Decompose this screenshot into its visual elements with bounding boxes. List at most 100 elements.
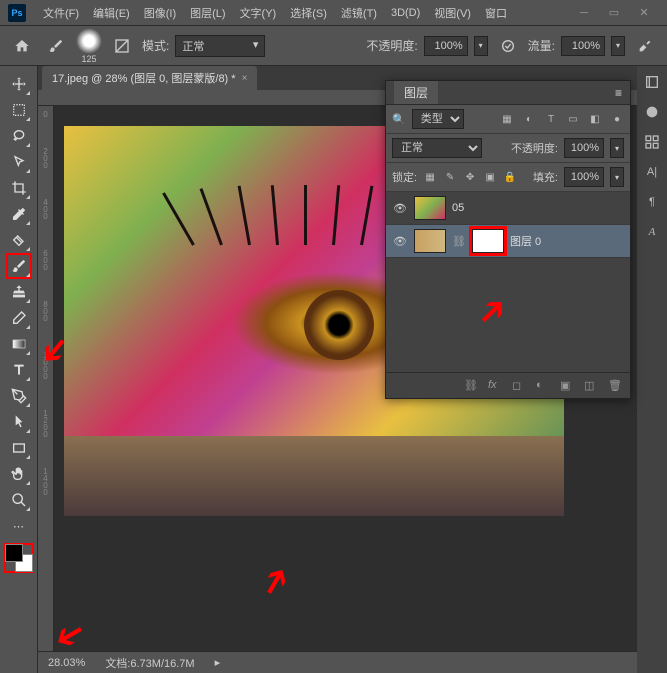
menu-window[interactable]: 窗口 [478, 5, 514, 21]
gradient-tool[interactable] [7, 332, 31, 356]
rectangle-tool[interactable] [7, 436, 31, 460]
zoom-tool[interactable] [7, 488, 31, 512]
lock-all-icon[interactable]: 🔒 [503, 170, 517, 184]
visibility-toggle-icon[interactable]: 👁 [392, 233, 408, 249]
menu-edit[interactable]: 编辑(E) [86, 5, 137, 21]
hand-tool[interactable] [7, 462, 31, 486]
menu-select[interactable]: 选择(S) [283, 5, 334, 21]
document-tab[interactable]: 17.jpeg @ 28% (图层 0, 图层蒙版/8) * × [42, 66, 257, 90]
swatches-panel-icon[interactable] [642, 132, 662, 152]
brush-tool[interactable] [7, 254, 31, 278]
filter-smart-icon[interactable]: ◧ [588, 112, 602, 126]
lasso-tool[interactable] [7, 124, 31, 148]
glyphs-panel-icon[interactable]: A [642, 222, 662, 242]
filter-pixel-icon[interactable]: ▦ [500, 112, 514, 126]
close-button[interactable]: ✕ [629, 3, 659, 23]
menu-image[interactable]: 图像(I) [137, 5, 183, 21]
fill-value[interactable]: 100% [564, 167, 604, 187]
layer-mask-thumbnail[interactable] [472, 229, 504, 253]
character-panel-icon[interactable]: A| [642, 162, 662, 182]
eyedropper-tool[interactable] [7, 202, 31, 226]
paragraph-panel-icon[interactable]: ¶ [642, 192, 662, 212]
adjustment-layer-icon[interactable]: ◐ [536, 379, 550, 393]
quick-select-tool[interactable] [7, 150, 31, 174]
new-layer-icon[interactable]: ◫ [584, 379, 598, 393]
flow-dropdown[interactable]: ▾ [611, 36, 625, 56]
layer-item[interactable]: 👁 05 [386, 192, 630, 225]
healing-brush-tool[interactable] [7, 228, 31, 252]
opacity-dropdown[interactable]: ▾ [474, 36, 488, 56]
opacity-value[interactable]: 100% [424, 36, 468, 56]
color-panel-icon[interactable] [642, 102, 662, 122]
fill-dropdown[interactable]: ▾ [610, 167, 624, 187]
menu-filter[interactable]: 滤镜(T) [334, 5, 384, 21]
layer-item[interactable]: 👁 ⛓ 图层 0 [386, 225, 630, 258]
search-icon: 🔍 [392, 113, 406, 126]
menu-type[interactable]: 文字(Y) [233, 5, 284, 21]
layer-link-icon[interactable]: ⛓ [452, 235, 466, 248]
foreground-color[interactable] [5, 544, 23, 562]
layers-panel: 图层 ≡ 🔍 类型 ▦ ◐ T ▭ ◧ ● 正常 不透明度: 100% ▾ 锁定… [385, 80, 631, 399]
menu-layer[interactable]: 图层(L) [183, 5, 232, 21]
layer-thumbnail[interactable] [414, 229, 446, 253]
brush-preview[interactable]: 125 [76, 28, 102, 64]
clone-stamp-tool[interactable] [7, 280, 31, 304]
lock-position-icon[interactable]: ✎ [443, 170, 457, 184]
layer-opacity-dropdown[interactable]: ▾ [610, 138, 624, 158]
group-icon[interactable]: ▣ [560, 379, 574, 393]
filter-toggle-icon[interactable]: ● [610, 112, 624, 126]
brush-panel-icon[interactable] [108, 32, 136, 60]
toolbox: ⋯ [0, 66, 38, 673]
layer-blend-mode-select[interactable]: 正常 [392, 138, 482, 158]
layer-name[interactable]: 05 [452, 202, 464, 214]
flow-label: 流量: [528, 37, 555, 54]
maximize-button[interactable]: ▭ [599, 3, 629, 23]
pressure-opacity-icon[interactable] [494, 32, 522, 60]
delete-layer-icon[interactable]: 🗑 [608, 379, 622, 393]
options-bar: 125 模式: 正常 ▾ 不透明度: 100% ▾ 流量: 100% ▾ [0, 26, 667, 66]
layer-opacity-value[interactable]: 100% [564, 138, 604, 158]
layer-name[interactable]: 图层 0 [510, 233, 541, 249]
home-icon[interactable] [8, 32, 36, 60]
edit-toolbar[interactable]: ⋯ [7, 514, 31, 538]
marquee-tool[interactable] [7, 98, 31, 122]
airbrush-icon[interactable] [631, 32, 659, 60]
type-tool[interactable] [7, 358, 31, 382]
lock-move-icon[interactable]: ✥ [463, 170, 477, 184]
add-mask-icon[interactable]: ◻ [512, 379, 526, 393]
blend-mode-select[interactable]: 正常 ▾ [175, 35, 265, 57]
crop-tool[interactable] [7, 176, 31, 200]
layer-fx-icon[interactable]: fx [488, 379, 502, 393]
layer-thumbnail[interactable] [414, 196, 446, 220]
link-layers-icon[interactable]: ⛓ [464, 379, 478, 393]
statusbar: 28.03% 文档:6.73M/16.7M ▸ [38, 651, 637, 673]
lock-artboard-icon[interactable]: ▣ [483, 170, 497, 184]
mode-label: 模式: [142, 37, 169, 54]
filter-adjust-icon[interactable]: ◐ [522, 112, 536, 126]
filter-type-icon[interactable]: T [544, 112, 558, 126]
eraser-tool[interactable] [7, 306, 31, 330]
zoom-level[interactable]: 28.03% [48, 657, 85, 669]
panel-menu-icon[interactable]: ≡ [615, 86, 622, 100]
menu-view[interactable]: 视图(V) [427, 5, 478, 21]
visibility-toggle-icon[interactable]: 👁 [392, 200, 408, 216]
opacity-label: 不透明度: [366, 37, 417, 54]
brush-tool-icon[interactable] [42, 32, 70, 60]
filter-shape-icon[interactable]: ▭ [566, 112, 580, 126]
menu-3d[interactable]: 3D(D) [384, 7, 427, 19]
fill-label: 填充: [533, 169, 558, 185]
flow-value[interactable]: 100% [561, 36, 605, 56]
close-tab-icon[interactable]: × [242, 73, 248, 84]
lock-pixels-icon[interactable]: ▦ [423, 170, 437, 184]
path-select-tool[interactable] [7, 410, 31, 434]
menu-file[interactable]: 文件(F) [36, 5, 86, 21]
pen-tool[interactable] [7, 384, 31, 408]
history-panel-icon[interactable] [642, 72, 662, 92]
app-icon: Ps [8, 4, 26, 22]
minimize-button[interactable]: ─ [569, 3, 599, 23]
statusbar-menu-icon[interactable]: ▸ [215, 656, 221, 669]
color-swatches[interactable] [5, 544, 33, 572]
filter-type-select[interactable]: 类型 [412, 109, 464, 129]
move-tool[interactable] [7, 72, 31, 96]
layers-tab[interactable]: 图层 [394, 81, 438, 104]
